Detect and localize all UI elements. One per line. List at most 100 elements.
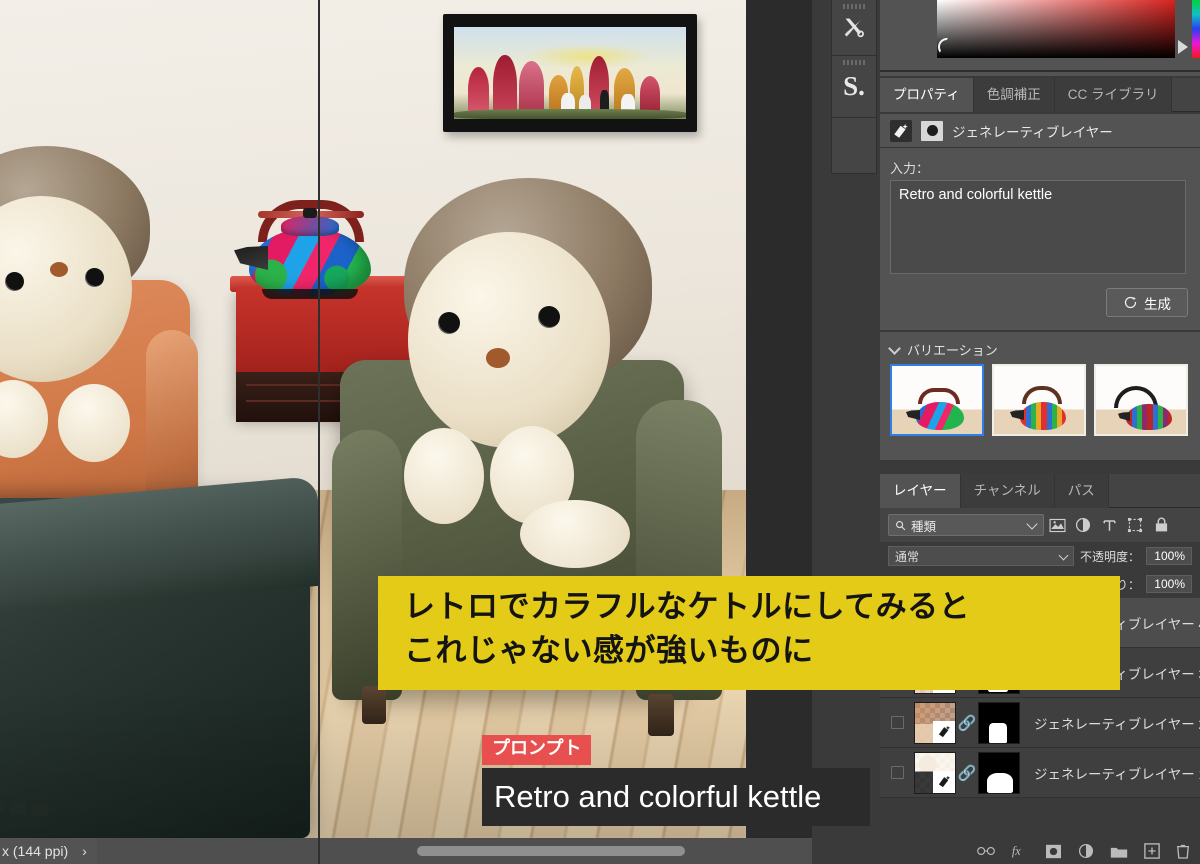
generative-badge-icon-4 bbox=[933, 770, 955, 793]
layer-thumbnail-4[interactable] bbox=[914, 751, 956, 794]
layer-kind-select[interactable]: 種類 bbox=[888, 514, 1044, 536]
shape-filter-icon[interactable] bbox=[1122, 514, 1148, 536]
input-field-label: 入力： bbox=[890, 161, 930, 176]
horizontal-scrollbar[interactable] bbox=[96, 838, 812, 864]
tab-properties[interactable]: プロパティ bbox=[880, 78, 974, 112]
generative-layer-icon bbox=[890, 119, 912, 142]
hue-slider[interactable] bbox=[1192, 0, 1200, 58]
caption-line-1: レトロでカラフルなケトルにしてみると bbox=[404, 589, 971, 625]
tool-label-s: S. bbox=[843, 71, 865, 101]
tab-paths[interactable]: パス bbox=[1054, 474, 1109, 508]
link-icon-3[interactable]: 🔗 bbox=[956, 714, 978, 732]
canvas-area[interactable] bbox=[0, 0, 812, 838]
chevron-down-icon-kind[interactable] bbox=[1026, 517, 1038, 530]
properties-body: 入力： 生成 bbox=[880, 148, 1200, 330]
new-group-icon[interactable] bbox=[1110, 844, 1128, 859]
kettle-lid bbox=[281, 216, 339, 236]
adjustment-filter-icon[interactable] bbox=[1070, 514, 1096, 536]
horizontal-scrollbar-thumb[interactable] bbox=[416, 846, 685, 856]
layer-visibility-toggle-3[interactable] bbox=[880, 698, 914, 748]
chevron-down-icon[interactable] bbox=[888, 341, 901, 355]
generate-refresh-icon bbox=[1124, 296, 1137, 309]
svg-text:fx: fx bbox=[1012, 844, 1021, 858]
add-layer-mask-icon[interactable] bbox=[1045, 844, 1062, 859]
new-layer-icon[interactable] bbox=[1144, 843, 1160, 859]
generative-prompt-input[interactable] bbox=[890, 180, 1186, 274]
tab-cc-libraries[interactable]: CC ライブラリ bbox=[1054, 78, 1173, 112]
color-picker-panel[interactable] bbox=[880, 0, 1200, 76]
chevron-down-icon-blend[interactable] bbox=[1058, 550, 1069, 560]
caption-overlay: レトロでカラフルなケトルにしてみると これじゃない感が強いものに bbox=[378, 576, 1120, 690]
kettle-knob bbox=[303, 208, 317, 218]
drag-grip-icon[interactable] bbox=[843, 4, 865, 9]
properties-layer-title: ジェネレーティブレイヤー bbox=[952, 124, 1113, 140]
tools-icon bbox=[844, 17, 864, 37]
right-panel-column: プロパティ 色調補正 CC ライブラリ ジェネレーティブレイヤー 入力： Ret… bbox=[880, 0, 1200, 864]
layers-tab-row: レイヤー チャンネル パス bbox=[880, 474, 1200, 508]
type-filter-icon[interactable] bbox=[1096, 514, 1122, 536]
opacity-label: 不透明度： bbox=[1079, 549, 1140, 564]
fill-value[interactable]: 100% bbox=[1146, 575, 1192, 593]
link-icon-4[interactable]: 🔗 bbox=[956, 764, 978, 782]
kettle-base bbox=[262, 289, 358, 299]
drag-grip-icon-2[interactable] bbox=[843, 60, 865, 65]
table-row[interactable]: 🔗 ジェネレーティブレイヤー 2 bbox=[880, 698, 1200, 748]
properties-tab-row: プロパティ 色調補正 CC ライブラリ bbox=[880, 78, 1200, 112]
blend-mode-row: 通常 不透明度： 100% bbox=[880, 542, 1200, 570]
panel-divider bbox=[880, 70, 1200, 72]
canvas-gutter bbox=[746, 0, 812, 838]
properties-header: ジェネレーティブレイヤー bbox=[880, 114, 1200, 148]
opacity-value[interactable]: 100% bbox=[1146, 547, 1192, 565]
status-bar: x (144 ppi) › bbox=[0, 838, 812, 864]
photoshop-window: レトロでカラフルなケトルにしてみると これじゃない感が強いものに プロンプト R… bbox=[0, 0, 1200, 864]
search-icon bbox=[896, 520, 906, 530]
zoom-level-text: x (144 ppi) bbox=[2, 843, 69, 859]
tab-adjustments[interactable]: 色調補正 bbox=[973, 78, 1055, 112]
variation-thumbnail-1[interactable]: カラフルなケトル バリエーション 1 bbox=[890, 364, 984, 436]
generate-button-label: 生成 bbox=[1144, 296, 1171, 312]
variations-header[interactable]: バリエーション bbox=[888, 340, 998, 359]
prompt-value-overlay: Retro and colorful kettle bbox=[482, 768, 870, 826]
tool-button-extra[interactable] bbox=[831, 118, 877, 174]
prompt-label-badge: プロンプト bbox=[482, 735, 592, 765]
delete-layer-icon[interactable] bbox=[1176, 843, 1190, 859]
eye-off-icon bbox=[890, 766, 904, 779]
layer-mask-icon bbox=[921, 120, 943, 141]
variations-label: バリエーション bbox=[907, 343, 998, 358]
generate-button[interactable]: 生成 bbox=[1106, 288, 1188, 317]
tab-channels[interactable]: チャンネル bbox=[960, 474, 1055, 508]
layer-mask-thumbnail-3[interactable] bbox=[978, 701, 1020, 744]
link-layers-icon[interactable] bbox=[977, 845, 995, 857]
hedgehog-left-paw-2 bbox=[58, 384, 130, 462]
panel-right-edge bbox=[318, 0, 320, 864]
layer-visibility-toggle-4[interactable] bbox=[880, 748, 914, 798]
tool-button-screenshot[interactable]: S. bbox=[831, 56, 877, 118]
layer-name-3: ジェネレーティブレイヤー 2 bbox=[1034, 716, 1200, 732]
layer-mask-thumbnail-4[interactable] bbox=[978, 751, 1020, 794]
status-chevron-icon[interactable]: › bbox=[68, 843, 97, 859]
layers-panel-footer: fx bbox=[880, 838, 1200, 864]
hedgehog-right-nose bbox=[486, 348, 510, 368]
tab-layers[interactable]: レイヤー bbox=[880, 474, 961, 508]
caption-line-2: これじゃない感が強いものに bbox=[404, 633, 814, 669]
variations-thumbnail-row: カラフルなケトル バリエーション 1 カラフルなケトル バリエーション 2 カラ… bbox=[890, 364, 1188, 436]
smartobject-filter-icon[interactable] bbox=[1148, 514, 1174, 536]
document-photo[interactable] bbox=[0, 0, 746, 838]
layer-thumbnail-3[interactable] bbox=[914, 701, 956, 744]
layer-filter-row: 種類 bbox=[880, 508, 1200, 542]
hedgehog-left-eye-2 bbox=[85, 268, 104, 287]
tool-button-tools[interactable] bbox=[831, 0, 877, 56]
hedgehog-right-eye-2 bbox=[538, 306, 560, 328]
color-picker-field[interactable] bbox=[937, 0, 1175, 58]
blend-mode-select[interactable]: 通常 bbox=[888, 546, 1074, 566]
layer-style-fx-icon[interactable]: fx bbox=[1011, 843, 1029, 859]
image-filter-icon[interactable] bbox=[1044, 514, 1070, 536]
hue-slider-marker-icon[interactable] bbox=[1178, 40, 1188, 54]
variation-thumbnail-3[interactable]: カラフルなケトル バリエーション 3 bbox=[1094, 364, 1188, 436]
table-row[interactable]: 🔗 ジェネレーティブレイヤー 1 bbox=[880, 748, 1200, 798]
layer-kind-label: 種類 bbox=[911, 519, 937, 534]
variations-section: バリエーション カラフルなケトル バリエーション 1 カラフルなケトル バリエー… bbox=[880, 332, 1200, 460]
vertical-tool-strip: S. bbox=[828, 0, 880, 838]
variation-thumbnail-2[interactable]: カラフルなケトル バリエーション 2 bbox=[992, 364, 1086, 436]
new-adjustment-layer-icon[interactable] bbox=[1078, 843, 1094, 859]
